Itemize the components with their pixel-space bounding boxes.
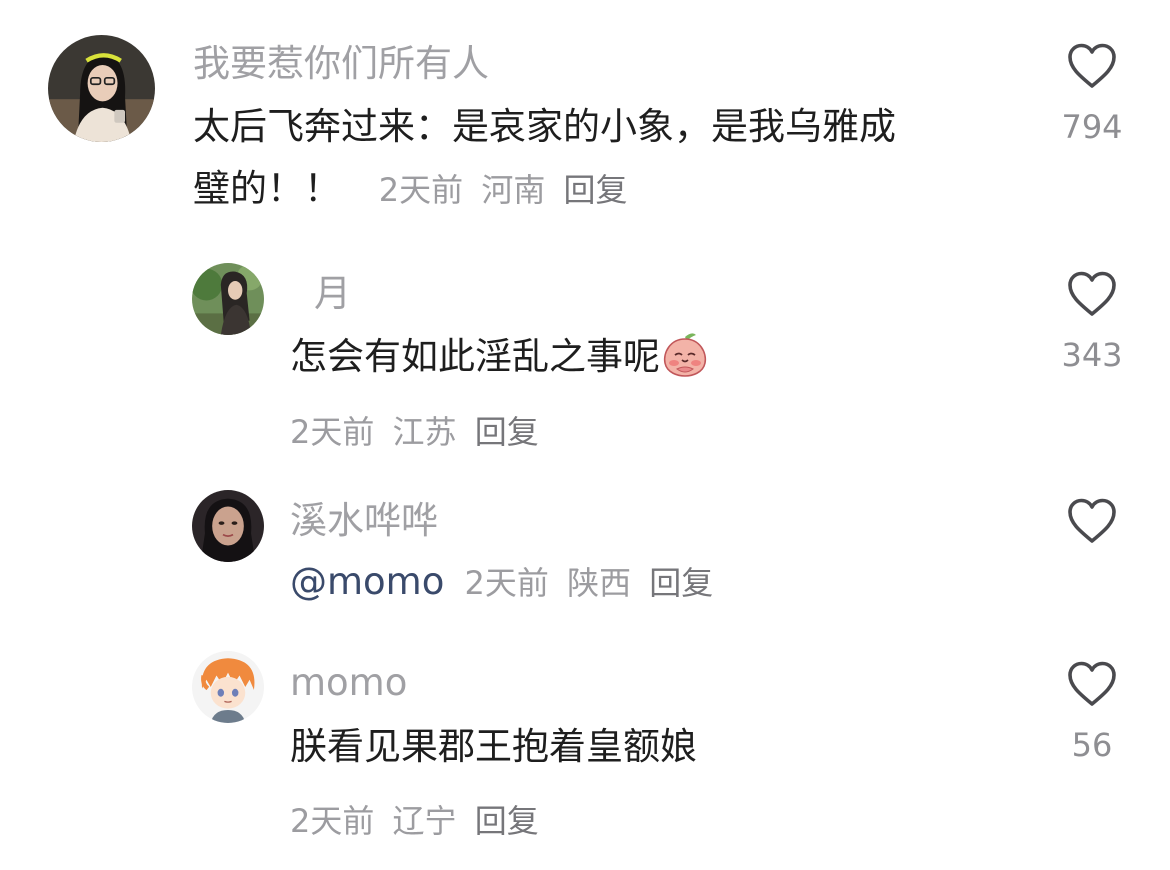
comment-item: momo 朕看见果郡王抱着皇额娘 2天前 辽宁 回复 56 [0, 630, 1170, 870]
comment-text: 太后飞奔过来：是哀家的小象，是我乌雅成 璧的！！ 2天前 河南 回复 [193, 96, 1033, 221]
comment-text-tail: 璧的！！ [193, 167, 341, 210]
avatar-woman-portrait-icon [192, 490, 264, 562]
comment-time: 2天前 [464, 564, 549, 602]
comment-location: 江苏 [392, 413, 457, 451]
comment-location: 辽宁 [392, 802, 457, 840]
comment-item: 我要惹你们所有人 太后飞奔过来：是哀家的小象，是我乌雅成 璧的！！ 2天前 河南… [0, 0, 1170, 230]
like-button[interactable] [1058, 497, 1126, 545]
avatar-anime-boy-icon [192, 651, 264, 723]
like-button[interactable]: 794 [1058, 42, 1126, 146]
like-count: 794 [1061, 108, 1123, 146]
comment-item: 溪水哗哗 @momo 2天前 陕西 回复 [0, 470, 1170, 630]
comment-username[interactable]: 溪水哗哗 [290, 502, 438, 539]
comment-username[interactable]: 月 [314, 275, 351, 312]
comment-meta: 2天前 陕西 回复 [454, 564, 721, 602]
comment-text: 朕看见果郡王抱着皇额娘 [290, 716, 1030, 778]
like-count: 343 [1061, 336, 1123, 374]
heart-icon [1068, 661, 1116, 706]
comment-text: @momo 2天前 陕西 回复 [290, 551, 1030, 614]
reply-button[interactable]: 回复 [649, 564, 713, 602]
comment-meta: 2天前 河南 回复 [379, 171, 636, 209]
peach-embarrassed-emoji-icon [660, 329, 710, 379]
comment-location: 陕西 [567, 564, 632, 602]
like-count: 56 [1071, 726, 1113, 764]
comment-meta: 2天前 辽宁 回复 [290, 796, 547, 842]
reply-button[interactable]: 回复 [475, 413, 539, 451]
avatar-woman-outdoor-icon [192, 263, 264, 335]
reply-button[interactable]: 回复 [564, 171, 628, 209]
avatar[interactable] [192, 490, 264, 562]
avatar-woman-glasses-icon [48, 35, 155, 142]
comment-meta: 2天前 江苏 回复 [290, 407, 547, 453]
comment-text-body: 朕看见果郡王抱着皇额娘 [290, 725, 697, 768]
comment-time: 2天前 [290, 413, 375, 451]
heart-icon [1068, 498, 1116, 543]
comment-location: 河南 [481, 171, 546, 209]
avatar[interactable] [48, 35, 155, 142]
comment-text-line-with-meta: 璧的！！ 2天前 河南 回复 [193, 158, 1033, 221]
reply-button[interactable]: 回复 [475, 802, 539, 840]
avatar[interactable] [192, 263, 264, 335]
heart-icon [1068, 43, 1116, 88]
comment-username[interactable]: 我要惹你们所有人 [193, 45, 489, 82]
avatar[interactable] [192, 651, 264, 723]
comment-time: 2天前 [378, 171, 464, 209]
like-button[interactable]: 343 [1058, 270, 1126, 374]
comment-username[interactable]: momo [290, 664, 407, 701]
comment-time: 2天前 [290, 802, 375, 840]
comment-text-body: 怎会有如此淫乱之事呢 [290, 335, 660, 378]
mention-link[interactable]: @momo [290, 560, 444, 603]
like-button[interactable]: 56 [1058, 660, 1126, 764]
comment-item: 月 怎会有如此淫乱之事呢 2天前 江苏 回复 343 [0, 230, 1170, 470]
comment-text: 怎会有如此淫乱之事呢 [290, 326, 1030, 388]
comment-text-line: 太后飞奔过来：是哀家的小象，是我乌雅成 [193, 105, 896, 148]
heart-icon [1068, 271, 1116, 316]
